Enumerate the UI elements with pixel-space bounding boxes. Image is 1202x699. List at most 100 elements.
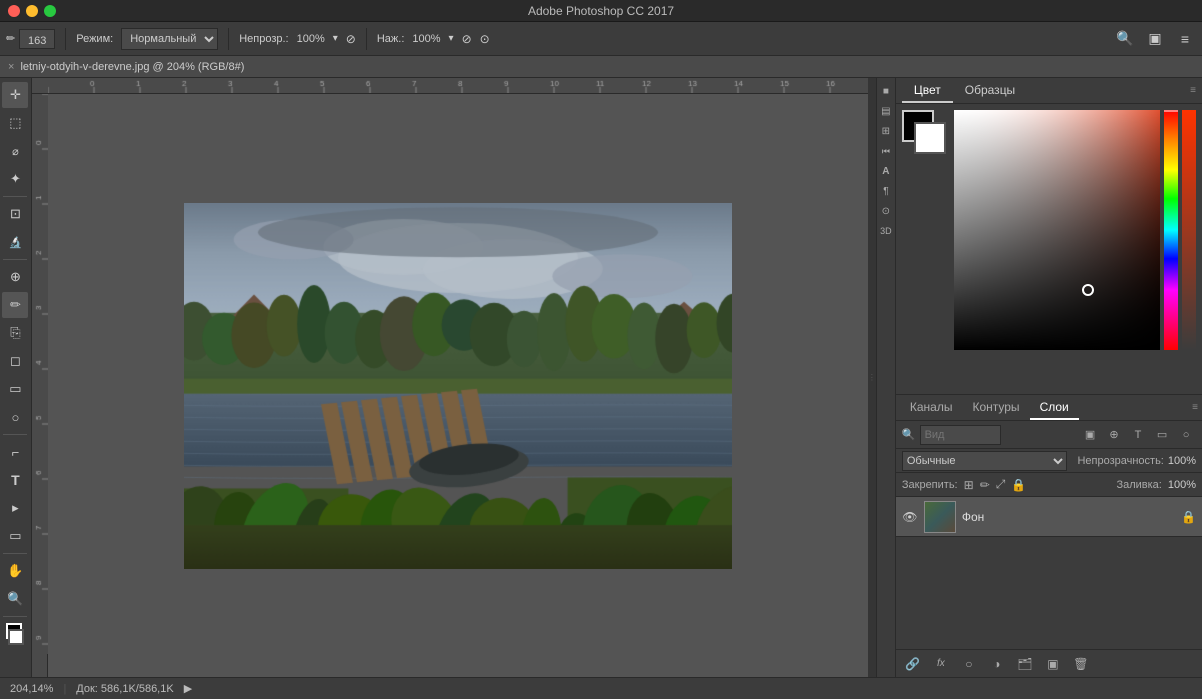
layer-new-button[interactable]: ▣	[1042, 653, 1064, 675]
fill-value[interactable]: 100%	[1168, 479, 1196, 491]
layer-lock-icon: 🔒	[1181, 510, 1196, 524]
opacity-value-layers[interactable]: 100%	[1168, 455, 1196, 467]
angle-icon[interactable]: ⊙	[480, 32, 490, 46]
layer-link-button[interactable]: 🔗	[902, 653, 924, 675]
airbrush-icon[interactable]: ⊘	[346, 32, 356, 46]
lock-position-icon[interactable]: ✏	[980, 478, 990, 492]
alpha-slider[interactable]	[1182, 110, 1196, 350]
layer-group-button[interactable]: 🗂	[1014, 653, 1036, 675]
background-swatch[interactable]	[914, 122, 946, 154]
tab-layers[interactable]: Слои	[1030, 396, 1079, 420]
layer-options: Обычные Непрозрачность: 100%	[896, 449, 1202, 473]
tool-separator-5	[3, 616, 27, 617]
tab-close[interactable]: ×	[8, 61, 14, 73]
brush-size[interactable]: 163	[19, 29, 55, 49]
layer-fx-button[interactable]: fx	[930, 653, 952, 675]
tool-brush[interactable]: ✏	[2, 292, 28, 318]
tab-color[interactable]: Цвет	[902, 79, 953, 103]
lock-all-icon[interactable]: 🔒	[1011, 478, 1026, 492]
blend-mode-select[interactable]: Нормальный	[121, 28, 218, 50]
layer-item-fon[interactable]: 👁 Фон 🔒	[896, 497, 1202, 537]
tool-eraser[interactable]: ◻	[2, 348, 28, 374]
tool-zoom[interactable]: 🔍	[2, 586, 28, 612]
workspace-menu[interactable]: ≡	[1174, 28, 1196, 50]
close-button[interactable]	[8, 5, 20, 17]
layer-shape-filter[interactable]: ▭	[1152, 425, 1172, 445]
layer-visibility-toggle[interactable]: 👁	[902, 509, 918, 525]
color-panel-tabs: Цвет Образцы ≡	[896, 78, 1202, 104]
tab-swatches[interactable]: Образцы	[953, 79, 1027, 103]
tool-lasso[interactable]: ⌀	[2, 138, 28, 164]
tool-shape[interactable]: ▭	[2, 523, 28, 549]
vertical-ruler	[32, 94, 48, 677]
tool-hand[interactable]: ✋	[2, 558, 28, 584]
layer-thumb-image	[925, 502, 955, 532]
fg-bg-swatches[interactable]	[902, 110, 946, 154]
arrange-button[interactable]: ▣	[1144, 28, 1166, 50]
layer-adjustment-button[interactable]: ◑	[986, 653, 1008, 675]
history-panel-icon[interactable]: ⏮	[877, 142, 895, 160]
brush-icon: ✏	[6, 32, 15, 45]
tool-clone[interactable]: ⎘	[2, 320, 28, 346]
layer-type-filter[interactable]: ▣	[1080, 425, 1100, 445]
tool-healing[interactable]: ⊕	[2, 264, 28, 290]
layer-smart-filter[interactable]: ○	[1176, 425, 1196, 445]
tool-gradient[interactable]: ▭	[2, 376, 28, 402]
tool-eyedropper[interactable]: 🔬	[2, 229, 28, 255]
hue-slider[interactable]	[1164, 110, 1178, 350]
tool-type[interactable]: T	[2, 467, 28, 493]
tab-paths[interactable]: Контуры	[962, 396, 1029, 420]
layers-search-input[interactable]	[920, 425, 1001, 445]
search-button[interactable]: 🔍	[1114, 28, 1136, 50]
layer-bottom-toolbar: 🔗 fx ○ ◑ 🗂 ▣ 🗑	[896, 649, 1202, 677]
lock-row: Закрепить: ⊞ ✏ ⤢ 🔒 Заливка: 100%	[896, 473, 1202, 497]
statusbar-arrow[interactable]: ▶	[184, 682, 192, 695]
saturation-value-picker[interactable]	[954, 110, 1160, 350]
tool-magic-wand[interactable]: ✦	[2, 166, 28, 192]
window-controls	[8, 5, 56, 17]
layer-adjustment-filter[interactable]: ⊕	[1104, 425, 1124, 445]
zoom-level: 204,14%	[10, 683, 53, 695]
tool-fg-bg[interactable]	[2, 621, 28, 647]
paragraph-panel-icon[interactable]: ¶	[877, 182, 895, 200]
clone-source-panel-icon[interactable]: ⊙	[877, 202, 895, 220]
color-panel-menu[interactable]: ≡	[1190, 85, 1196, 96]
gradient-panel-icon[interactable]: ▤	[877, 102, 895, 120]
document-tab[interactable]: × letniy-otdyih-v-derevne.jpg @ 204% (RG…	[0, 56, 1202, 78]
color-picker-panel-icon[interactable]: ■	[877, 82, 895, 100]
tab-label: letniy-otdyih-v-derevne.jpg @ 204% (RGB/…	[20, 61, 244, 73]
pressure-label: Наж.:	[377, 33, 405, 45]
collapse-strip[interactable]: ⋮	[868, 78, 876, 677]
gradient-picker	[954, 110, 1196, 350]
maximize-button[interactable]	[44, 5, 56, 17]
tool-separator-3	[3, 434, 27, 435]
minimize-button[interactable]	[26, 5, 38, 17]
3d-panel-icon[interactable]: 3D	[877, 222, 895, 240]
pattern-panel-icon[interactable]: ⊞	[877, 122, 895, 140]
tool-dodge[interactable]: ○	[2, 404, 28, 430]
layer-name[interactable]: Фон	[962, 510, 1175, 524]
tool-move[interactable]: ✛	[2, 82, 28, 108]
color-picker-layout	[902, 110, 1196, 350]
statusbar-divider: |	[63, 683, 66, 695]
divider-1	[65, 28, 66, 50]
tab-channels[interactable]: Каналы	[900, 396, 963, 420]
type-panel-icon[interactable]: A	[877, 162, 895, 180]
pressure-icon[interactable]: ⊘	[462, 32, 472, 46]
lock-pixels-icon[interactable]: ⊞	[964, 478, 974, 492]
document-canvas[interactable]	[184, 203, 732, 569]
tool-pen[interactable]: ⌐	[2, 439, 28, 465]
tool-crop[interactable]: ⊡	[2, 201, 28, 227]
titlebar: Adobe Photoshop CC 2017	[0, 0, 1202, 22]
tool-marquee[interactable]: ⬚	[2, 110, 28, 136]
layer-text-filter[interactable]: T	[1128, 425, 1148, 445]
layer-blend-mode[interactable]: Обычные	[902, 451, 1068, 471]
layer-delete-button[interactable]: 🗑	[1070, 653, 1092, 675]
tool-path-select[interactable]: ▸	[2, 495, 28, 521]
statusbar: 204,14% | Док: 586,1K/586,1K ▶	[0, 677, 1202, 699]
brush-tool-indicator: ✏ 163	[6, 29, 55, 49]
layers-panel-menu[interactable]: ≡	[1192, 402, 1198, 413]
canvas-content[interactable]	[48, 94, 868, 677]
layer-mask-button[interactable]: ○	[958, 653, 980, 675]
lock-artboard-icon[interactable]: ⤢	[996, 477, 1006, 492]
